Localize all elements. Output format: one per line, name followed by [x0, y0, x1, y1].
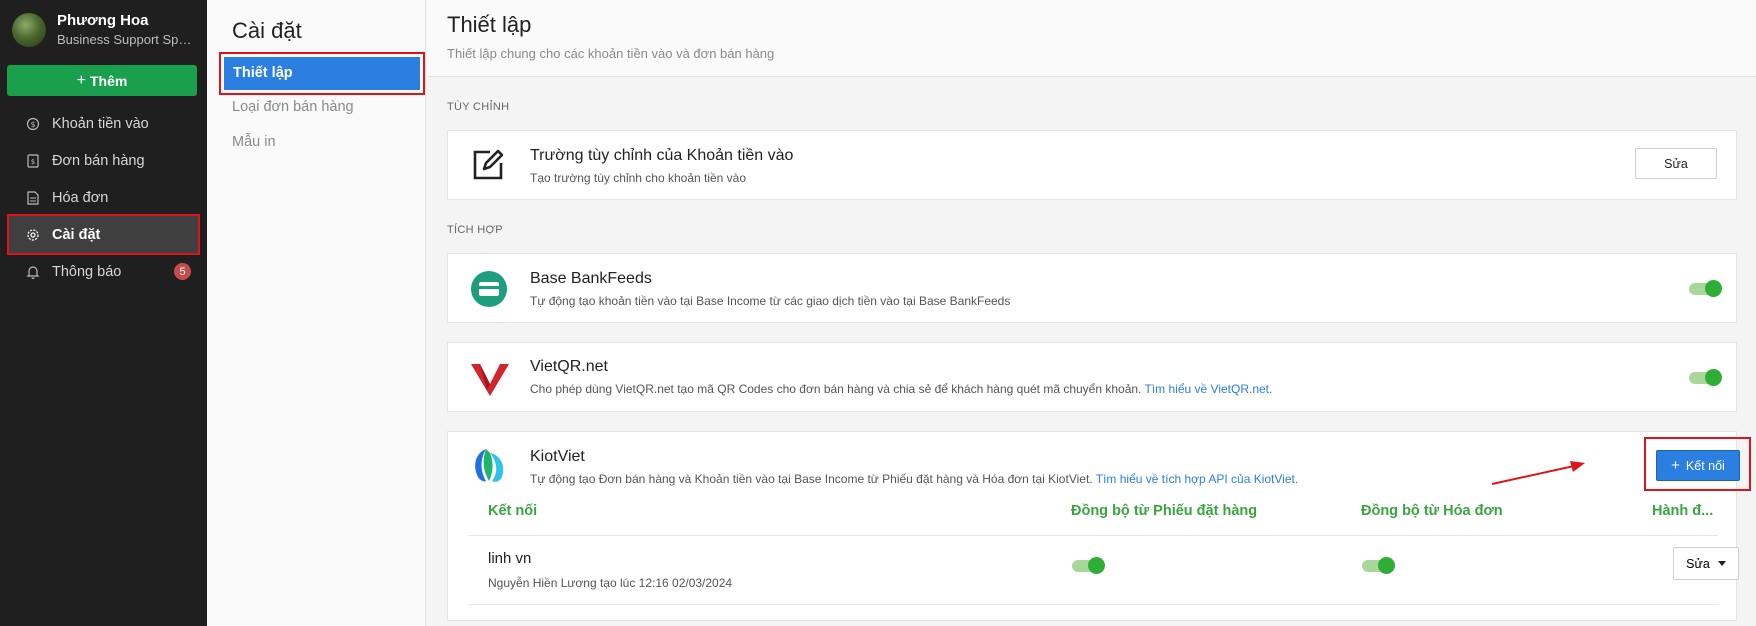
annotation-arrow: [1491, 461, 1585, 485]
order-icon: $: [25, 153, 41, 169]
submenu-item-print-templates[interactable]: Mẫu in: [232, 134, 276, 150]
add-button-label: Thêm: [90, 72, 128, 89]
bankfeeds-logo-icon: [470, 270, 508, 313]
row-action-label: Sửa: [1686, 556, 1710, 571]
column-header-actions: Hành đ...: [1652, 503, 1714, 519]
plus-icon: +: [76, 71, 86, 89]
vietqr-learn-more-link[interactable]: Tìm hiểu về VietQR.net.: [1145, 382, 1273, 396]
column-header-sync-invoices: Đồng bộ từ Hóa đơn: [1361, 503, 1503, 519]
bell-icon: [25, 264, 41, 280]
kiotviet-logo-icon: [470, 445, 512, 492]
sidebar-item-orders[interactable]: $ Đơn bán hàng: [0, 142, 207, 179]
sidebar-item-label: Hóa đơn: [52, 189, 109, 206]
user-role: Business Support Specialist: [57, 32, 197, 47]
connection-name: linh vn: [488, 550, 532, 567]
sidebar-item-label: Khoản tiền vào: [52, 115, 149, 132]
connection-meta: Nguyễn Hiền Lương tạo lúc 12:16 02/03/20…: [488, 576, 733, 590]
bankfeeds-title: Base BankFeeds: [530, 270, 652, 287]
user-name: Phương Hoa: [57, 12, 149, 29]
sidebar-item-label: Cài đặt: [52, 226, 101, 243]
row-action-dropdown[interactable]: Sửa: [1673, 547, 1739, 580]
sidebar-item-money-in[interactable]: $ Khoản tiền vào: [0, 105, 207, 142]
custom-field-desc: Tạo trường tùy chỉnh cho khoản tiền vào: [530, 171, 747, 185]
table-divider: [468, 535, 1718, 536]
invoice-icon: [25, 190, 41, 206]
table-divider: [468, 604, 1718, 605]
sync-invoices-toggle[interactable]: [1362, 557, 1395, 574]
connect-button[interactable]: + Kết nối: [1656, 450, 1740, 481]
avatar: [12, 13, 46, 47]
vietqr-title: VietQR.net: [530, 358, 608, 375]
kiotviet-title: KiotViet: [530, 448, 585, 465]
plus-icon: +: [1671, 457, 1680, 474]
kiotviet-desc-text: Tự động tạo Đơn bán hàng và Khoản tiền v…: [530, 472, 1093, 486]
money-in-icon: $: [25, 116, 41, 132]
sidebar-item-settings[interactable]: Cài đặt: [7, 214, 200, 255]
submenu-highlight: Thiết lập: [219, 52, 425, 95]
vietqr-toggle[interactable]: [1689, 369, 1722, 386]
notification-badge: 5: [174, 263, 191, 280]
vietqr-logo-icon: [470, 358, 510, 403]
column-header-sync-orders: Đồng bộ từ Phiếu đặt hàng: [1071, 503, 1258, 519]
vietqr-card: VietQR.net Cho phép dùng VietQR.net tạo …: [447, 342, 1737, 412]
submenu-item-setup[interactable]: Thiết lập: [224, 57, 420, 90]
submenu-title: Cài đặt: [232, 18, 302, 43]
submenu-item-order-types[interactable]: Loại đơn bán hàng: [232, 99, 354, 115]
connect-button-label: Kết nối: [1685, 458, 1725, 473]
settings-submenu: Cài đặt Thiết lập Loại đơn bán hàng Mẫu …: [207, 0, 426, 626]
page-header: Thiết lập Thiết lập chung cho các khoản …: [427, 0, 1756, 77]
edit-note-icon: [470, 147, 506, 188]
sidebar-item-label: Đơn bán hàng: [52, 152, 145, 169]
sidebar-item-notifications[interactable]: Thông báo 5: [0, 253, 207, 290]
bankfeeds-card: Base BankFeeds Tự động tạo khoản tiền và…: [447, 253, 1737, 323]
user-profile[interactable]: Phương Hoa Business Support Specialist: [0, 0, 207, 60]
sidebar: Phương Hoa Business Support Specialist +…: [0, 0, 207, 626]
column-header-connection: Kết nối: [488, 503, 538, 519]
section-label-custom: TÙY CHỈNH: [447, 101, 510, 113]
add-button[interactable]: + Thêm: [7, 65, 197, 96]
section-label-integration: TÍCH HỢP: [447, 224, 503, 236]
sync-orders-toggle[interactable]: [1072, 557, 1105, 574]
kiotviet-desc: Tự động tạo Đơn bán hàng và Khoản tiền v…: [530, 472, 1298, 486]
edit-button-label: Sửa: [1664, 156, 1688, 171]
sidebar-item-label: Thông báo: [52, 263, 122, 280]
svg-text:$: $: [31, 158, 35, 166]
kiotviet-learn-more-link[interactable]: Tìm hiểu về tích hợp API của KiotViet.: [1096, 472, 1298, 486]
page-title: Thiết lập: [447, 12, 532, 37]
caret-down-icon: [1717, 561, 1726, 566]
page-subtitle: Thiết lập chung cho các khoản tiền vào v…: [447, 46, 775, 61]
sidebar-item-invoices[interactable]: Hóa đơn: [0, 179, 207, 216]
edit-custom-field-button[interactable]: Sửa: [1635, 148, 1717, 179]
bankfeeds-desc: Tự động tạo khoản tiền vào tại Base Inco…: [530, 294, 1011, 308]
bankfeeds-toggle[interactable]: [1689, 280, 1722, 297]
vietqr-desc-text: Cho phép dùng VietQR.net tạo mã QR Codes…: [530, 382, 1142, 396]
custom-field-title: Trường tùy chỉnh của Khoản tiền vào: [530, 147, 794, 164]
main-content: Thiết lập Thiết lập chung cho các khoản …: [427, 0, 1756, 626]
gear-icon: [25, 227, 41, 243]
connect-highlight: + Kết nối: [1644, 437, 1751, 491]
svg-text:$: $: [30, 120, 35, 129]
sidebar-nav: $ Khoản tiền vào $ Đơn bán hàng Hóa đơn …: [0, 105, 207, 290]
custom-field-card: Trường tùy chỉnh của Khoản tiền vào Tạo …: [447, 130, 1737, 200]
vietqr-desc: Cho phép dùng VietQR.net tạo mã QR Codes…: [530, 382, 1272, 396]
